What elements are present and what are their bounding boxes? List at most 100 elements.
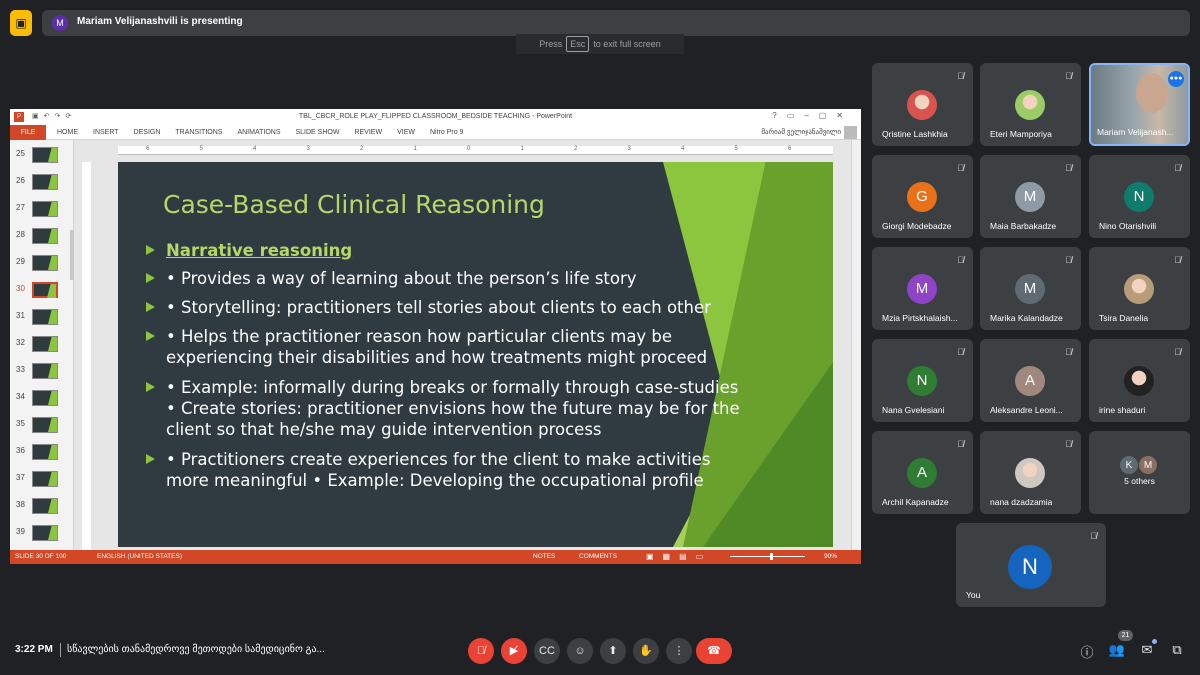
slide-thumbnail[interactable]: 39 [10, 523, 73, 550]
participant-avatar: M [1015, 274, 1045, 304]
info-icon[interactable]: ⓘ [1078, 642, 1096, 661]
ribbon-tab[interactable]: VIEW [397, 129, 415, 136]
participant-tile-you[interactable]: 🎙̸ N You [956, 523, 1106, 607]
bullet-text: • Provides a way of learning about the p… [166, 269, 637, 288]
slide-thumbnail[interactable]: 38 [10, 496, 73, 523]
participant-tile[interactable]: 🎙̸ Qristine Lashkhia [872, 63, 973, 146]
participant-name: Eteri Mamporiya [990, 129, 1052, 139]
slide-thumbnail[interactable]: 27 [10, 199, 73, 226]
participant-avatar: A [907, 458, 937, 488]
view-buttons-icon[interactable]: ▣▦▤▭ [646, 552, 712, 561]
participant-avatar: K [1119, 455, 1139, 475]
activities-icon[interactable]: ⧉ [1168, 642, 1186, 658]
participant-tile[interactable]: 🎙̸ N Nino Otarishvili [1089, 155, 1190, 238]
ruler-mark: 4 [253, 146, 257, 152]
slide-thumbnail[interactable]: 28 [10, 226, 73, 253]
participant-name: Marika Kalandadze [990, 313, 1063, 323]
notes-button[interactable]: NOTES [533, 553, 555, 560]
presenting-banner: M Mariam Velijanashvili is presenting [42, 10, 1190, 36]
participant-avatar: M [1138, 455, 1158, 475]
mic-off-icon: 🎙̸ [1174, 347, 1181, 357]
bullet-text: • Practitioners create experiences for t… [166, 450, 711, 490]
participant-tile[interactable]: 🎙̸ Eteri Mamporiya [980, 63, 1081, 146]
user-avatar-icon [844, 126, 857, 139]
participant-tile[interactable]: 🎙̸ G Giorgi Modebadze [872, 155, 973, 238]
present-button[interactable]: ⬆ [600, 638, 626, 664]
slide-thumbnail-image [32, 417, 58, 433]
slide-thumbnail-image [32, 498, 58, 514]
ribbon-tab[interactable]: REVIEW [354, 129, 382, 136]
slide-thumbnail[interactable]: 36 [10, 442, 73, 469]
participant-photo [907, 90, 937, 120]
mic-off-icon: 🎙̸ [1065, 71, 1072, 81]
slide-canvas: Case-Based Clinical Reasoning Narrative … [118, 162, 833, 547]
leave-call-button[interactable]: ☎ [696, 638, 732, 664]
slide-thumbnail[interactable]: 31 [10, 307, 73, 334]
ribbon-tab[interactable]: TRANSITIONS [175, 129, 222, 136]
mic-off-icon: 🎙̸ [1090, 531, 1097, 541]
camera-toggle-button[interactable]: ▶̸ [501, 638, 527, 664]
slide-thumbnail[interactable]: 34 [10, 388, 73, 415]
ribbon-tab[interactable]: DESIGN [134, 129, 161, 136]
slide-thumbnail[interactable]: 26 [10, 172, 73, 199]
mic-toggle-button[interactable]: 🎙̸ [468, 638, 494, 664]
slide-thumbnail[interactable]: 32 [10, 334, 73, 361]
ribbon-file-tab[interactable]: FILE [10, 125, 46, 140]
slide-thumbnail[interactable]: 37 [10, 469, 73, 496]
participant-tile[interactable]: 🎙̸ M Mzia Pirtskhalaish... [872, 247, 973, 330]
ruler-mark: 4 [681, 146, 685, 152]
ruler-mark: 1 [520, 146, 524, 152]
slide-number: 38 [16, 500, 25, 509]
slide-number: 32 [16, 338, 25, 347]
participant-tile[interactable]: KM5 others [1089, 431, 1190, 514]
slide-thumbnail[interactable]: 30 [10, 280, 73, 307]
people-icon[interactable]: 👥 [1108, 642, 1126, 658]
slide-thumbnail-pane: 25 26 27 28 29 30 31 32 33 34 35 36 37 38 39 [10, 140, 74, 550]
raise-hand-button[interactable]: ✋ [633, 638, 659, 664]
window-controls-icon: ?▭–▢✕ [772, 111, 853, 120]
zoom-level: 90% [824, 553, 838, 560]
zoom-slider-knob[interactable] [770, 553, 773, 560]
chat-icon[interactable]: ✉ [1138, 642, 1156, 658]
hint-press: Press [539, 39, 563, 49]
mic-off-icon: 🎙̸ [1065, 439, 1072, 449]
slide-scrollbar[interactable] [851, 140, 861, 550]
thumbnail-scrollbar[interactable] [70, 230, 74, 280]
participant-tile[interactable]: 🎙̸ M Maia Barbakadze [980, 155, 1081, 238]
ribbon-tab[interactable]: INSERT [93, 129, 119, 136]
slide-thumbnail[interactable]: 33 [10, 361, 73, 388]
more-options-button[interactable]: ⋮ [666, 638, 692, 664]
participant-tile[interactable]: 🎙̸ A Aleksandre Leoni... [980, 339, 1081, 422]
meeting-name: სწავლების თანამედროვე მეთოდები სამედიცინ… [67, 644, 325, 655]
presentation-icon[interactable]: ▣ [10, 10, 32, 36]
slide-thumbnail-image [32, 390, 58, 406]
slide-thumbnail[interactable]: 25 [10, 145, 73, 172]
ruler-mark: 6 [788, 146, 792, 152]
participant-tile[interactable]: 🎙̸ A Archil Kapanadze [872, 431, 973, 514]
ribbon-tab[interactable]: HOME [57, 129, 78, 136]
ribbon-tab[interactable]: ANIMATIONS [237, 129, 280, 136]
ribbon-tab[interactable]: Nitro Pro 9 [430, 129, 463, 136]
participant-tile[interactable]: 🎙̸ nana dzadzamia [980, 431, 1081, 514]
participant-tile[interactable]: 🎙̸ Tsira Danelia [1089, 247, 1190, 330]
emoji-button[interactable]: ☺ [567, 638, 593, 664]
participant-name: Mzia Pirtskhalaish... [882, 313, 958, 323]
bottom-bar: 3:22 PM სწავლების თანამედროვე მეთოდები ს… [0, 630, 1200, 675]
participant-tile[interactable]: 🎙̸ M Marika Kalandadze [980, 247, 1081, 330]
ribbon-tab[interactable]: SLIDE SHOW [296, 129, 340, 136]
captions-button[interactable]: CC [534, 638, 560, 664]
participant-name: Nino Otarishvili [1099, 221, 1157, 231]
participant-photo [1015, 90, 1045, 120]
participant-name: Maia Barbakadze [990, 221, 1057, 231]
bullet-text: • Example: informally during breaks or f… [166, 378, 740, 439]
ruler-mark: 0 [467, 146, 471, 152]
comments-button[interactable]: COMMENTS [579, 553, 617, 560]
zoom-slider[interactable] [730, 556, 805, 557]
slide-thumbnail[interactable]: 35 [10, 415, 73, 442]
participant-tile[interactable]: 🎙̸ irine shaduri [1089, 339, 1190, 422]
slide-thumbnail[interactable]: 29 [10, 253, 73, 280]
participant-tile[interactable]: 🎙̸ N Nana Gvelesiani [872, 339, 973, 422]
horizontal-ruler: 6 5 4 3 2 1 0 1 2 3 4 5 6 [118, 146, 833, 155]
shared-screen-powerpoint: P ▣↶↷⟳ TBL_CBCR_ROLE PLAY_FLIPPED CLASSR… [10, 109, 861, 564]
participant-tile[interactable]: ●●● Mariam Velijanash... [1089, 63, 1190, 146]
